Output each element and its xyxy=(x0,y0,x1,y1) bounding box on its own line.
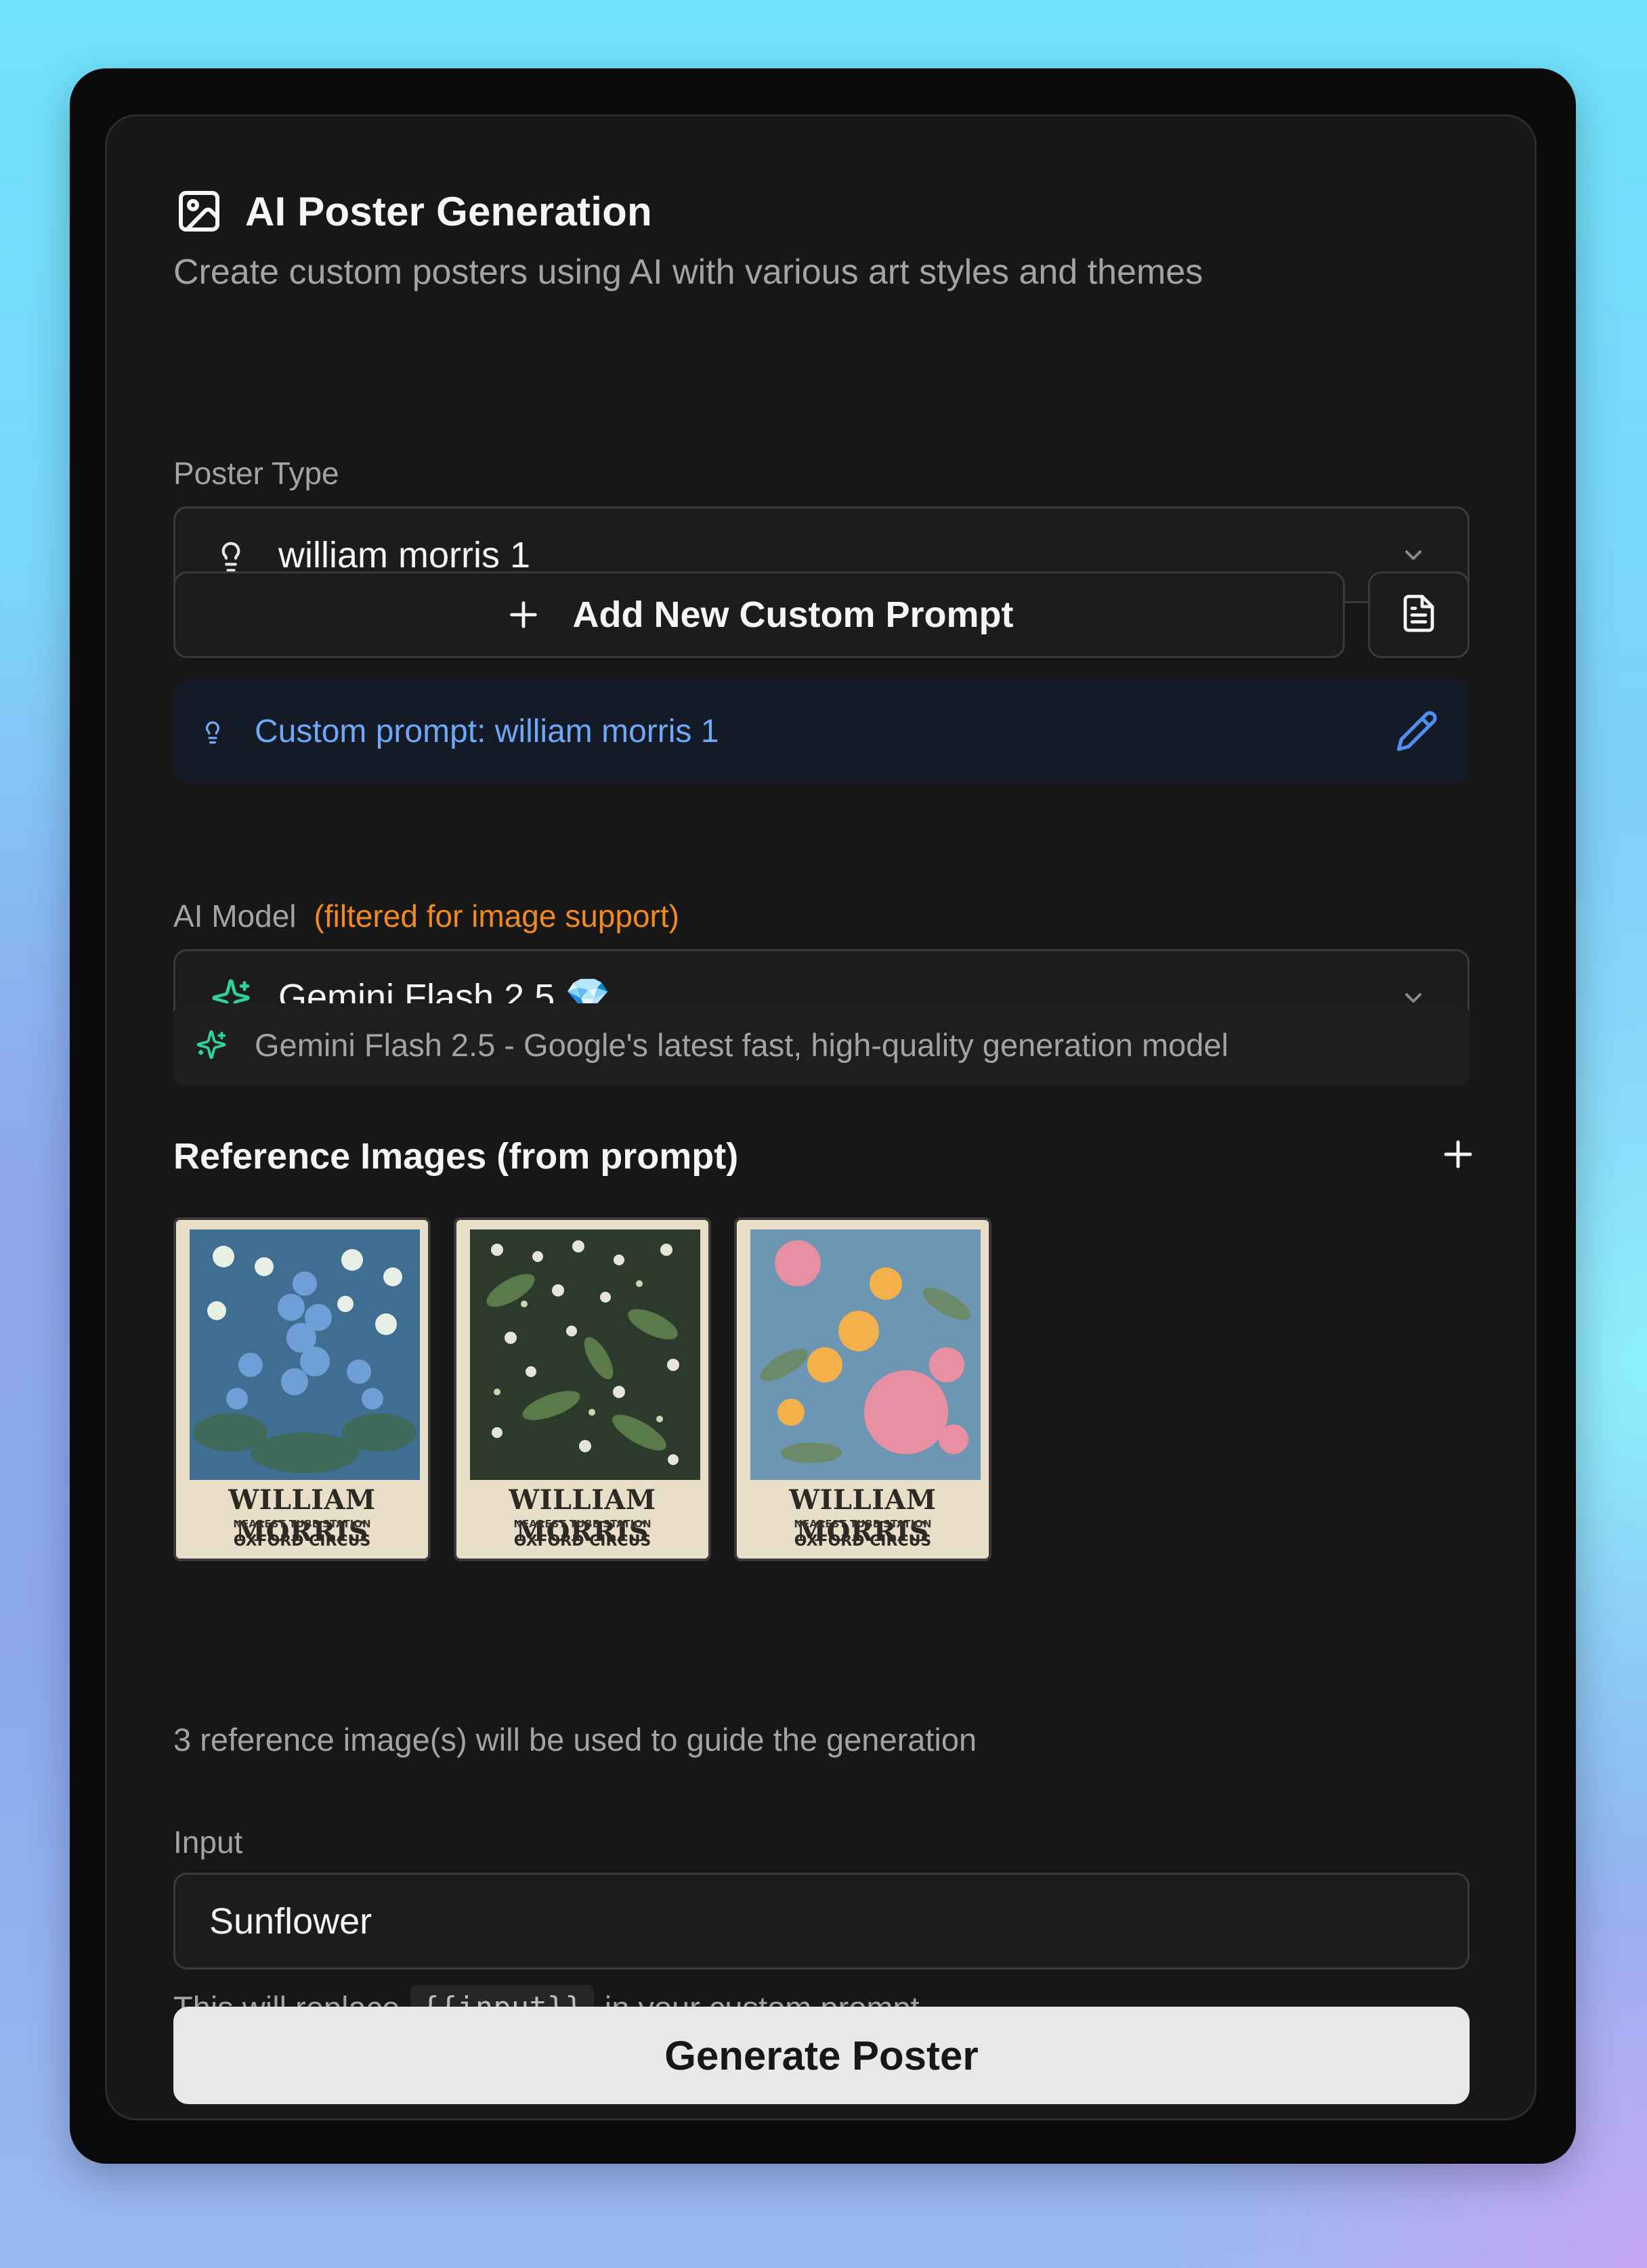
ai-model-description: Gemini Flash 2.5 - Google's latest fast,… xyxy=(173,1003,1470,1086)
header: AI Poster Generation xyxy=(173,184,652,238)
poster-subtitle: NEAREST TUBE STATION xyxy=(513,1518,651,1530)
plus-icon xyxy=(1440,1136,1476,1176)
prompt-document-button[interactable] xyxy=(1368,571,1470,658)
poster-subtitle: NEAREST TUBE STATION xyxy=(233,1518,371,1530)
reference-image-thumbnail[interactable]: WILLIAM MORRIS NEAREST TUBE STATION OXFO… xyxy=(734,1217,991,1561)
poster-type-label: Poster Type xyxy=(173,456,339,491)
reference-images-note: 3 reference image(s) will be used to gui… xyxy=(173,1722,977,1758)
add-custom-prompt-button[interactable]: Add New Custom Prompt xyxy=(173,571,1345,658)
page-subtitle: Create custom posters using AI with vari… xyxy=(173,253,1203,292)
poster-station: OXFORD CIRCUS xyxy=(513,1533,651,1550)
input-field[interactable]: Sunflower xyxy=(173,1873,1470,1969)
reference-images-title: Reference Images (from prompt) xyxy=(173,1136,739,1177)
poster-generation-card: AI Poster Generation Create custom poste… xyxy=(105,114,1537,2120)
input-value: Sunflower xyxy=(209,1900,372,1942)
document-icon xyxy=(1398,593,1439,637)
poster-artwork xyxy=(470,1229,700,1480)
plus-icon xyxy=(505,596,542,634)
image-icon xyxy=(173,186,225,237)
input-label: Input xyxy=(173,1825,243,1860)
poster-station: OXFORD CIRCUS xyxy=(794,1533,932,1550)
chevron-down-icon xyxy=(1400,542,1427,569)
window-frame: AI Poster Generation Create custom poste… xyxy=(70,68,1576,2164)
add-custom-prompt-label: Add New Custom Prompt xyxy=(572,594,1014,635)
page-title: AI Poster Generation xyxy=(245,188,652,234)
poster-station: OXFORD CIRCUS xyxy=(233,1533,371,1550)
poster-subtitle: NEAREST TUBE STATION xyxy=(794,1518,932,1530)
poster-artwork xyxy=(750,1229,981,1480)
lightbulb-icon xyxy=(198,716,228,746)
generate-poster-button[interactable]: Generate Poster xyxy=(173,2007,1470,2104)
sparkles-icon xyxy=(195,1028,228,1061)
lightbulb-icon xyxy=(211,535,251,575)
edit-pencil-icon[interactable] xyxy=(1394,708,1440,754)
reference-image-thumbnail[interactable]: WILLIAM MORRIS NEAREST TUBE STATION OXFO… xyxy=(454,1217,711,1561)
custom-prompt-info: Custom prompt: william morris 1 xyxy=(173,680,1470,783)
ai-model-description-text: Gemini Flash 2.5 - Google's latest fast,… xyxy=(255,1026,1228,1063)
reference-image-thumbnail[interactable]: WILLIAM MORRIS NEAREST TUBE STATION OXFO… xyxy=(173,1217,431,1561)
poster-artwork xyxy=(190,1229,420,1480)
ai-model-label: AI Model xyxy=(173,898,297,934)
ai-model-label-row: AI Model (filtered for image support) xyxy=(173,898,679,934)
reference-image-list: WILLIAM MORRIS NEAREST TUBE STATION OXFO… xyxy=(173,1217,1014,1561)
custom-prompt-text: Custom prompt: william morris 1 xyxy=(255,713,719,749)
filter-note: (filtered for image support) xyxy=(314,898,679,934)
poster-type-value: william morris 1 xyxy=(278,534,531,575)
add-reference-image-button[interactable] xyxy=(1434,1132,1482,1179)
